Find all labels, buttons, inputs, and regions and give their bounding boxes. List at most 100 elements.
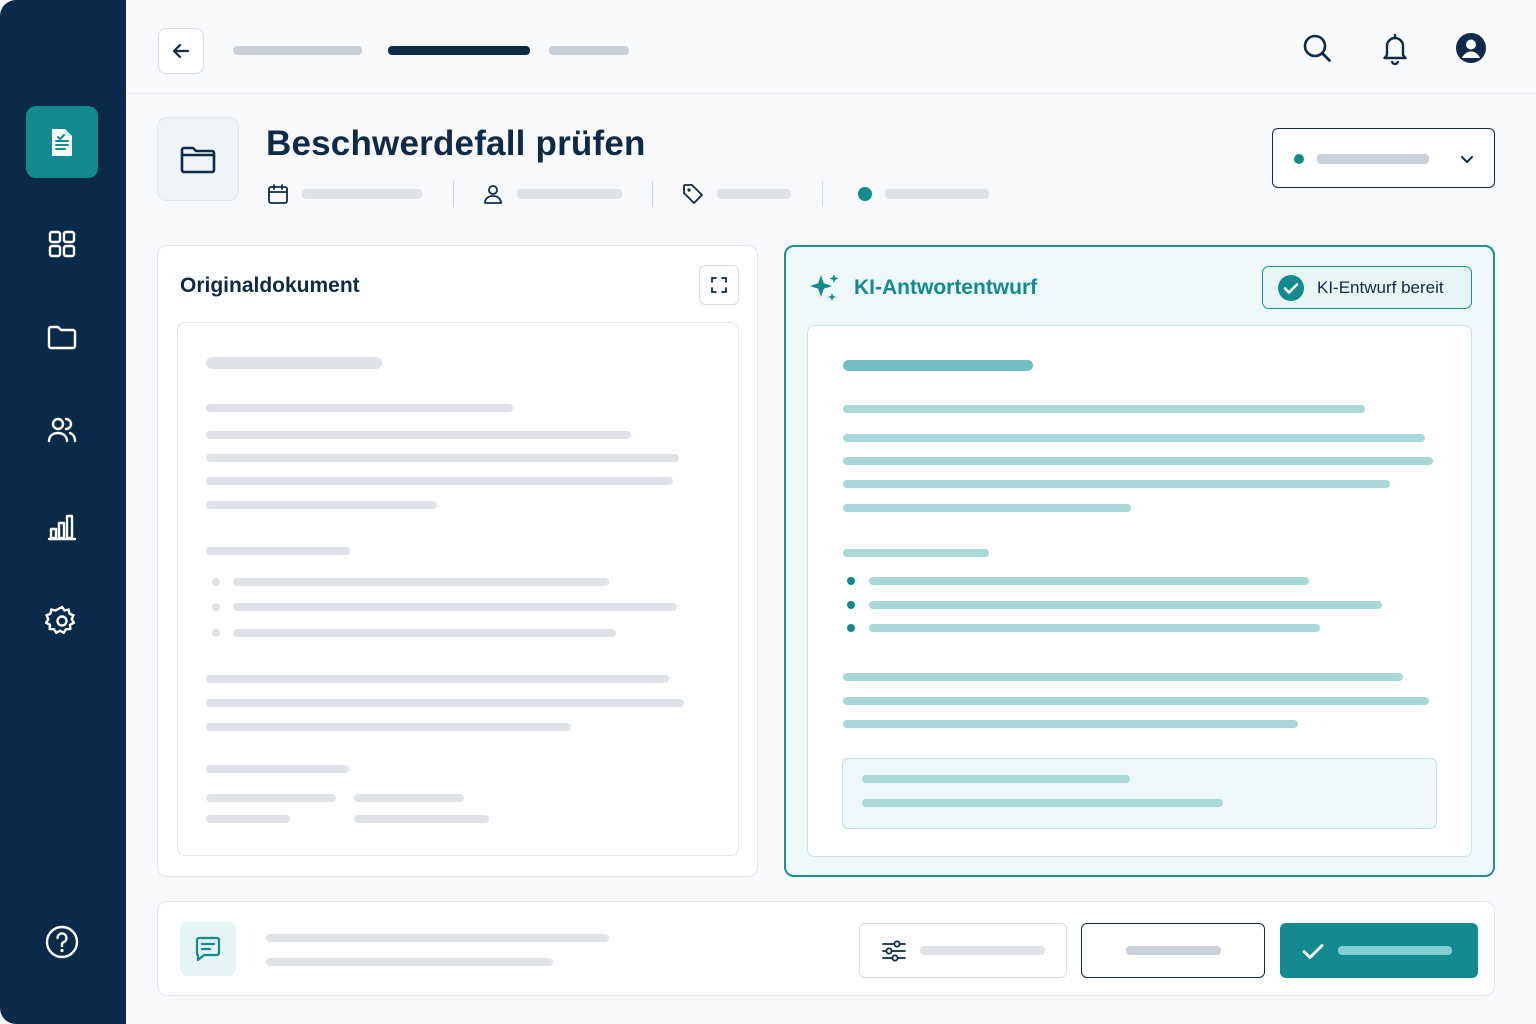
- gear-icon: [44, 605, 76, 635]
- text-line: [843, 480, 1390, 488]
- text-line: [843, 549, 989, 557]
- sidebar-item-settings[interactable]: [26, 585, 98, 657]
- app-window: Beschwerdefall prüfen Originaldokument K…: [0, 0, 1536, 1024]
- comment-button[interactable]: [180, 922, 236, 976]
- action-bar: [157, 901, 1495, 996]
- text-line: [206, 815, 290, 823]
- account-button[interactable]: [1453, 30, 1489, 66]
- original-document-content[interactable]: [177, 322, 739, 856]
- text-line: [233, 603, 677, 611]
- text-line: [206, 547, 350, 555]
- text-line: [206, 431, 631, 439]
- chart-icon: [47, 514, 77, 541]
- panel-title-original: Originaldokument: [180, 274, 360, 297]
- folder-icon: [180, 146, 216, 174]
- check-icon: [1302, 943, 1324, 959]
- text-line: [233, 578, 609, 586]
- text-line: [266, 934, 609, 942]
- text-line: [354, 794, 464, 802]
- sidebar-item-reports[interactable]: [26, 490, 98, 562]
- text-line: [843, 434, 1425, 442]
- bullet: [847, 577, 855, 585]
- text-line: [843, 360, 1033, 371]
- text-line: [843, 720, 1298, 728]
- check-circle-icon: [1278, 274, 1304, 301]
- button-label-placeholder: [1338, 946, 1452, 955]
- expand-icon: [711, 277, 727, 293]
- sidebar: [0, 0, 126, 1024]
- text-line: [354, 815, 489, 823]
- meta-assignee-placeholder: [517, 189, 622, 199]
- text-line: [206, 477, 673, 485]
- ai-draft-content[interactable]: [807, 325, 1472, 857]
- approve-button[interactable]: [1280, 923, 1478, 978]
- breadcrumb-step-1[interactable]: [233, 46, 362, 55]
- ai-note-box: [842, 758, 1437, 829]
- sidebar-item-users[interactable]: [26, 394, 98, 466]
- top-bar: [126, 0, 1536, 94]
- text-line: [843, 405, 1365, 413]
- sidebar-item-documents[interactable]: [26, 106, 98, 178]
- help-button[interactable]: [26, 906, 98, 978]
- search-icon: [1303, 34, 1331, 62]
- text-line: [206, 675, 669, 683]
- meta-divider: [822, 181, 823, 207]
- text-line: [206, 723, 571, 731]
- text-line: [206, 501, 437, 509]
- chevron-down-icon: [1461, 156, 1473, 163]
- text-line: [206, 794, 336, 802]
- text-line: [206, 765, 349, 773]
- help-icon: [45, 925, 79, 959]
- status-dropdown[interactable]: [1272, 128, 1495, 188]
- tag-icon: [683, 184, 703, 204]
- sidebar-item-folders[interactable]: [26, 301, 98, 373]
- meta-status-placeholder: [885, 189, 989, 199]
- panel-title-ai-draft: KI-Antwortentwurf: [854, 276, 1038, 299]
- text-line: [869, 624, 1320, 632]
- text-line: [206, 454, 679, 462]
- bullet: [212, 629, 220, 637]
- secondary-button[interactable]: [1081, 923, 1265, 978]
- meta-date-placeholder: [302, 189, 422, 199]
- notifications-button[interactable]: [1377, 30, 1413, 66]
- grid-icon: [48, 230, 76, 258]
- text-line: [206, 357, 382, 369]
- page-title: Beschwerdefall prüfen: [266, 124, 646, 163]
- options-button[interactable]: [859, 923, 1067, 978]
- meta-divider: [453, 181, 454, 207]
- sliders-icon: [882, 940, 906, 961]
- bullet: [847, 601, 855, 609]
- bullet: [847, 624, 855, 632]
- expand-button[interactable]: [699, 265, 739, 305]
- text-line: [266, 958, 553, 966]
- status-badge-label: KI-Entwurf bereit: [1317, 277, 1444, 297]
- bullet: [212, 578, 220, 586]
- sidebar-item-dashboard[interactable]: [26, 208, 98, 280]
- original-document-panel: Originaldokument: [157, 245, 758, 877]
- person-icon: [484, 185, 502, 204]
- text-line: [233, 629, 616, 637]
- users-icon: [47, 417, 77, 443]
- search-button[interactable]: [1299, 30, 1335, 66]
- breadcrumb-step-2-active[interactable]: [388, 46, 530, 55]
- status-dot: [1294, 154, 1304, 164]
- breadcrumb-step-3[interactable]: [549, 46, 629, 55]
- bell-icon: [1383, 33, 1407, 65]
- text-line: [869, 601, 1382, 609]
- document-icon: [52, 129, 72, 156]
- text-line: [843, 673, 1403, 681]
- meta-divider: [652, 181, 653, 207]
- sparkle-icon: [810, 274, 839, 301]
- button-label-placeholder: [920, 946, 1045, 955]
- status-badge: KI-Entwurf bereit: [1262, 266, 1472, 309]
- text-line: [843, 504, 1131, 512]
- text-line: [843, 697, 1429, 705]
- back-button[interactable]: [158, 28, 204, 74]
- bullet: [212, 603, 220, 611]
- text-line: [862, 799, 1223, 807]
- folder-icon: [47, 325, 77, 350]
- text-line: [206, 404, 513, 412]
- status-dot: [858, 187, 872, 201]
- back-arrow-icon: [172, 43, 190, 59]
- text-line: [206, 699, 684, 707]
